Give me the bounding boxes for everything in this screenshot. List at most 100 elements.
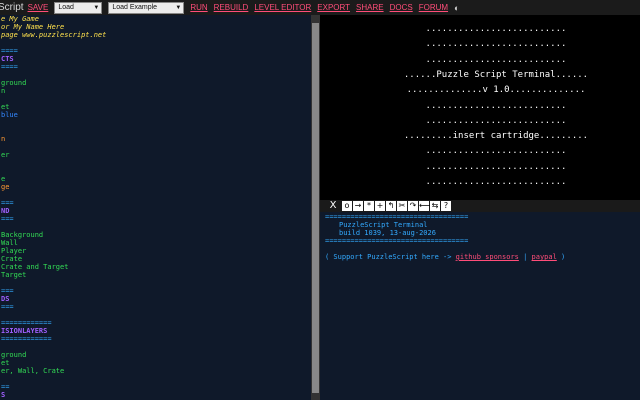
code-line: Background xyxy=(1,231,44,239)
console-blank xyxy=(325,245,640,253)
code-line: === xyxy=(1,287,14,295)
console-tool-button[interactable]: ? xyxy=(441,201,451,211)
code-line: === xyxy=(1,303,14,311)
code-line: === xyxy=(1,199,14,207)
code-line: n xyxy=(1,135,6,143)
console-tool-button[interactable]: o xyxy=(342,201,352,211)
terminal-line: .......................... xyxy=(425,177,567,187)
terminal-line: ..............v 1.0.............. xyxy=(406,85,586,96)
console-tool-button[interactable]: ↰ xyxy=(386,201,396,211)
console-tool-button[interactable]: + xyxy=(375,201,385,211)
code-line: or My Name Here xyxy=(1,23,65,31)
code-line: ============ xyxy=(1,335,52,343)
code-line: Wall xyxy=(1,239,18,247)
share-button[interactable]: SHARE xyxy=(356,3,384,12)
support-prefix: ( Support PuzzleScript here -> xyxy=(325,253,456,261)
code-line: ============ xyxy=(1,319,52,327)
code-line: === xyxy=(1,215,14,223)
support-pipe: | xyxy=(518,253,532,261)
chevron-down-icon: ▼ xyxy=(175,4,182,11)
github-sponsors-link[interactable]: github sponsors xyxy=(456,253,519,261)
code-line: et xyxy=(1,103,10,111)
editor-scrollbar[interactable] xyxy=(311,15,320,400)
console-tool-button[interactable]: ↷ xyxy=(408,201,418,211)
support-suffix: ) xyxy=(556,253,566,261)
rebuild-button[interactable]: REBUILD xyxy=(214,3,249,12)
code-line: et xyxy=(1,359,10,367)
code-line: er, Wall, Crate xyxy=(1,367,65,375)
code-line: ==== xyxy=(1,63,18,71)
load-select-value: Load xyxy=(58,3,74,11)
console-build: build 1039, 13-aug-2026 xyxy=(339,229,436,237)
terminal-line: .......................... xyxy=(425,161,567,172)
code-editor[interactable]: e My Game or My Name Here page www.puzzles… xyxy=(0,15,311,400)
console-tool-button[interactable]: * xyxy=(364,201,374,211)
code-line: Crate xyxy=(1,255,23,263)
console-tool-button[interactable]: ✂ xyxy=(397,201,407,211)
load-example-select[interactable]: Load Example ▼ xyxy=(108,1,185,14)
console-tool-button[interactable]: ⟵ xyxy=(419,201,430,211)
top-toolbar: Script SAVE Load ▼ Load Example ▼ RUN REBU… xyxy=(0,0,640,15)
console-toolbar: Xo → * + ↰ ✂ ↷ ⟵ ⇆? xyxy=(320,200,640,212)
scrollbar-thumb[interactable] xyxy=(312,23,319,393)
save-button[interactable]: SAVE xyxy=(28,3,49,12)
terminal-line: .........insert cartridge......... xyxy=(403,131,589,142)
export-button[interactable]: EXPORT xyxy=(317,3,350,12)
chevron-down-icon: ▼ xyxy=(93,4,100,11)
terminal-line: ......Puzzle Script Terminal...... xyxy=(403,69,589,80)
code-line: n xyxy=(1,87,6,95)
console-output: ================================== Puzzl… xyxy=(320,212,640,400)
code-line: Crate and Target xyxy=(1,263,69,271)
code-line: blue xyxy=(1,111,18,119)
game-screen[interactable]: ........................................… xyxy=(320,15,640,200)
console-app-name: PuzzleScript Terminal xyxy=(339,221,428,229)
level-editor-button[interactable]: LEVEL EDITOR xyxy=(254,3,311,12)
code-line: page www.puzzlescript.net xyxy=(1,31,107,39)
console-support-line: ( Support PuzzleScript here -> github sp… xyxy=(325,253,640,261)
load-example-value: Load Example xyxy=(112,3,158,11)
code-line: S xyxy=(1,391,6,399)
theme-toggle-icon[interactable]: ◐ xyxy=(454,3,459,13)
console-tool-button[interactable]: → xyxy=(353,201,363,211)
forum-button[interactable]: FORUM xyxy=(419,3,448,12)
paypal-link[interactable]: paypal xyxy=(532,253,557,261)
code-line: Player xyxy=(1,247,27,255)
code-line: == xyxy=(1,383,10,391)
code-line: ND xyxy=(1,207,10,215)
code-line: CTS xyxy=(1,55,14,63)
code-line: ground xyxy=(1,79,27,87)
terminal-line: .......................... xyxy=(425,24,567,34)
app-title: Script xyxy=(0,2,24,13)
code-line: DS xyxy=(1,295,10,303)
terminal-line: .......................... xyxy=(425,115,567,126)
close-console-button[interactable]: X xyxy=(328,201,338,211)
console-separator: ================================== xyxy=(325,213,469,221)
code-line: ISIONLAYERS xyxy=(1,327,48,335)
console-separator: ================================== xyxy=(325,237,469,245)
terminal-line: .......................... xyxy=(425,39,567,50)
docs-button[interactable]: DOCS xyxy=(390,3,413,12)
terminal-line: .......................... xyxy=(425,146,567,157)
code-line: e My Game xyxy=(1,15,39,23)
console-tool-button[interactable]: ⇆ xyxy=(430,201,440,211)
code-line: ge xyxy=(1,183,10,191)
code-line: e xyxy=(1,175,6,183)
run-button[interactable]: RUN xyxy=(190,3,207,12)
code-line: ground xyxy=(1,351,27,359)
load-select[interactable]: Load ▼ xyxy=(54,1,103,14)
terminal-line: .......................... xyxy=(425,54,567,65)
